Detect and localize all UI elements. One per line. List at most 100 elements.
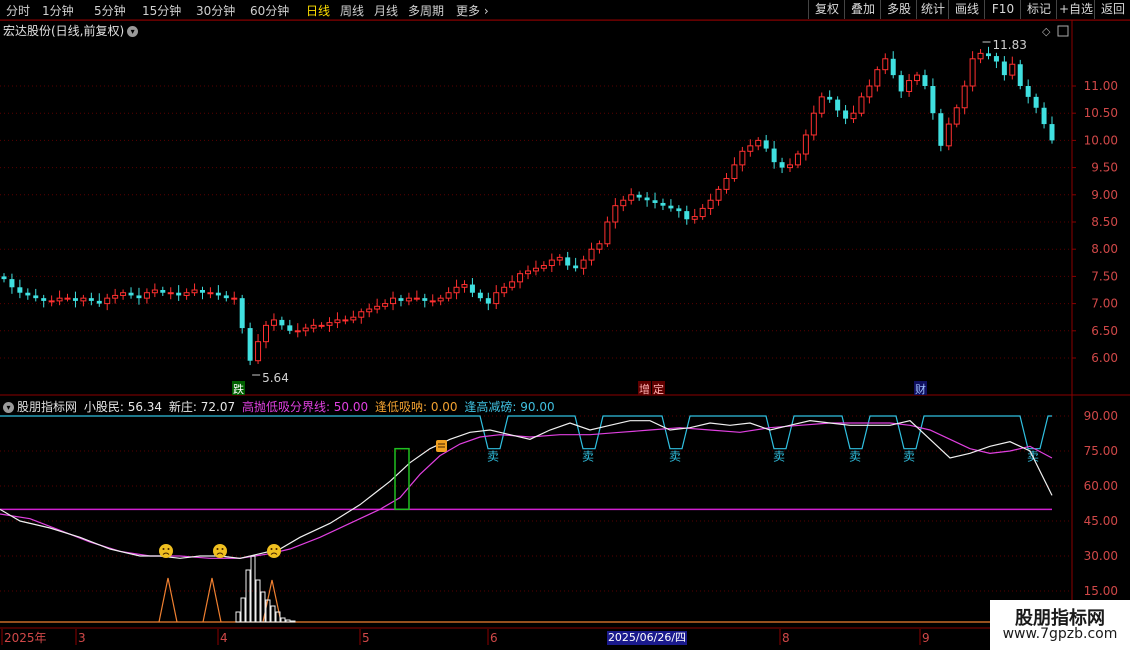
- candle-body-down: [843, 110, 849, 119]
- date-axis-label: 2025年: [4, 631, 47, 645]
- candle-body-up: [945, 123, 952, 147]
- candle-body-down: [41, 298, 47, 301]
- sad-face-eye: [221, 548, 224, 550]
- indicator-axis-label: 90.00: [1084, 409, 1118, 423]
- candle-body-up: [707, 199, 714, 209]
- date-axis-label: 5: [362, 631, 370, 645]
- candle-body-up: [556, 256, 563, 261]
- candle-body-up: [167, 292, 174, 295]
- candle-body-down: [128, 292, 134, 296]
- date-axis-label: 3: [78, 631, 86, 645]
- candle-body-down: [247, 328, 253, 361]
- buy-low-spike: [158, 577, 178, 623]
- candle-body-up: [429, 300, 436, 303]
- volume-bar: [285, 619, 291, 623]
- candle-body-up: [64, 297, 71, 300]
- candle-body-down: [652, 200, 658, 203]
- volume-bar: [245, 569, 251, 623]
- sad-face-eye: [167, 548, 170, 550]
- candle-body-up: [977, 52, 984, 60]
- xinzhuang-line: [0, 422, 1053, 559]
- indicator-axis-label: 30.00: [1084, 549, 1118, 563]
- candle-body-up: [80, 297, 87, 302]
- candle-body-up: [437, 297, 444, 302]
- candle-body-up: [620, 199, 627, 207]
- candle-body-up: [405, 297, 412, 302]
- candle-body-up: [326, 322, 333, 326]
- candle-body-up: [540, 265, 547, 269]
- candle-body-up: [231, 297, 238, 300]
- candle-body-down: [96, 300, 102, 304]
- candle-body-down: [25, 292, 31, 296]
- candle-body-down: [1017, 64, 1023, 86]
- indicator-axis-label: 75.00: [1084, 444, 1118, 458]
- candle-body-down: [573, 265, 579, 269]
- candle-body-up: [580, 259, 587, 269]
- candle-body-up: [628, 194, 635, 201]
- candle-body-up: [382, 303, 389, 307]
- candle-body-down: [279, 319, 285, 326]
- candle-body-down: [88, 298, 94, 301]
- candle-body-down: [1033, 96, 1039, 108]
- candle-body-up: [874, 69, 881, 87]
- candle-body-up: [755, 139, 762, 147]
- stock-chart[interactable]: 11.00 10.50 10.00 9.50 9.00 8.50 8.00 7.50 7.00 6…: [0, 0, 1130, 650]
- price-axis-label: 6.00: [1091, 351, 1118, 365]
- candle-body-down: [779, 162, 785, 168]
- candle-body-down: [1049, 124, 1055, 141]
- sad-face-eye: [216, 548, 219, 550]
- sad-face-icon: [213, 544, 227, 558]
- date-axis-label: 6: [490, 631, 498, 645]
- candle-body-up: [525, 270, 531, 275]
- volume-bar: [270, 605, 276, 623]
- candle-body-up: [969, 58, 976, 87]
- candle-body-down: [469, 284, 475, 293]
- sad-face-eye: [270, 548, 273, 550]
- sad-face-eye: [275, 548, 278, 550]
- candle-body-up: [120, 292, 127, 296]
- candle-body-down: [827, 96, 833, 100]
- price-axis-label: 8.00: [1091, 242, 1118, 256]
- candle-body-up: [588, 248, 595, 261]
- candle-body-up: [342, 319, 349, 322]
- sad-face-icon: [159, 544, 173, 558]
- sell-high-line: [0, 415, 1052, 450]
- candle-body-up: [532, 267, 539, 272]
- candle-body-up: [818, 96, 825, 114]
- candle-body-up: [731, 164, 738, 179]
- candle-body-up: [787, 164, 793, 169]
- candle-body-down: [199, 290, 205, 293]
- candle-body-down: [993, 56, 999, 62]
- candle-body-up: [802, 134, 809, 155]
- candle-body-down: [223, 295, 229, 299]
- candle-body-down: [1041, 107, 1047, 125]
- price-axis-label: 8.50: [1091, 215, 1118, 229]
- candle-body-up: [151, 289, 158, 294]
- candle-body-up: [691, 216, 698, 220]
- candle-body-down: [398, 298, 404, 301]
- candle-body-down: [644, 197, 650, 201]
- candle-body-up: [850, 112, 857, 120]
- candle-body-down: [485, 298, 491, 304]
- candle-body-down: [684, 211, 690, 220]
- candle-body-down: [835, 99, 841, 111]
- candle-body-up: [517, 273, 524, 283]
- candle-body-up: [509, 281, 516, 288]
- candle-body-down: [1, 276, 7, 280]
- candle-body-down: [136, 295, 142, 299]
- candle-body-down: [890, 58, 896, 76]
- candle-body-up: [56, 297, 63, 302]
- candle-body-up: [961, 85, 968, 109]
- price-axis-label: 10.50: [1084, 106, 1118, 120]
- candle-body-down: [33, 295, 39, 299]
- candle-body-up: [334, 319, 341, 324]
- candle-body-down: [660, 202, 666, 206]
- candle-body-down: [668, 205, 674, 209]
- candle-body-down: [763, 140, 769, 149]
- candle-body-up: [366, 308, 373, 313]
- candle-body-down: [287, 325, 293, 331]
- candle-body-up: [493, 292, 500, 305]
- candle-body-down: [565, 257, 571, 266]
- candle-body-down: [1025, 86, 1031, 97]
- candle-body-up: [358, 311, 365, 318]
